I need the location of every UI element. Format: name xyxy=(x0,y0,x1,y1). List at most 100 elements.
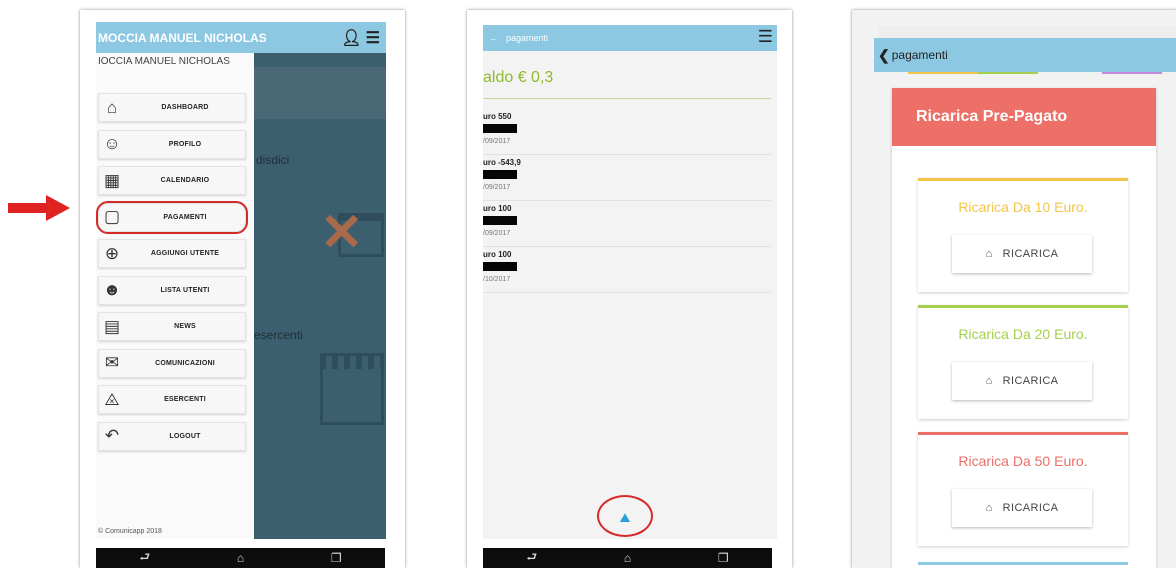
android-nav-bar: ⮐ ⌂ ❐ xyxy=(96,548,385,568)
cart-icon: ⨻ xyxy=(104,389,120,409)
menu-screen: MOCCIA MANUEL NICHOLAS 👤︎ ☰ disdici ✕ es… xyxy=(96,22,386,539)
hamburger-icon[interactable]: ☰ xyxy=(758,27,773,47)
payment-date: /09/2017 xyxy=(483,184,511,191)
add-user-icon: ⊕ xyxy=(104,243,120,263)
wallet-icon: ▢ xyxy=(103,207,121,226)
payment-amount: uro 100 xyxy=(483,204,512,213)
menu-item-comunicazioni[interactable]: ✉ COMUNICAZIONI xyxy=(98,348,246,378)
accent-line-yellow xyxy=(908,72,978,74)
newspaper-icon: ▤ xyxy=(103,316,121,336)
divider xyxy=(483,98,771,99)
navigation-drawer: IOCCIA MANUEL NICHOLAS ⌂ DASHBOARD ☺ PROFIL… xyxy=(96,53,254,539)
card-header: Ricarica Pre-Pagato xyxy=(892,88,1156,146)
basket-icon: ⌂ xyxy=(985,502,993,514)
recharge-option-card: Ricarica Da 50 Euro. ⌂ RICARICA xyxy=(918,432,1128,546)
annotation-arrow-right xyxy=(8,195,70,221)
payment-row[interactable]: uro -543,9/09/2017 xyxy=(483,156,771,201)
cancel-x-icon: ✕ xyxy=(320,204,364,262)
copyright-footer: © Comunicapp 2018 xyxy=(98,528,162,535)
user-icon[interactable]: 👤︎ xyxy=(341,28,361,48)
menu-item-esercenti[interactable]: ⨻ ESERCENTI xyxy=(98,385,246,414)
menu-item-calendario[interactable]: ▦ CALENDARIO xyxy=(98,166,246,195)
menu-item-label: AGGIUNGI UTENTE xyxy=(150,250,220,257)
user-icon: ☺ xyxy=(103,134,121,153)
option-card-partial xyxy=(918,562,1128,568)
phone-frame-menu: MOCCIA MANUEL NICHOLAS 👤︎ ☰ disdici ✕ es… xyxy=(80,10,405,568)
option-title: Ricarica Da 50 Euro. xyxy=(958,453,1088,469)
recharge-screen: ❮ pagamenti Ricarica Pre-Pagato Ricarica… xyxy=(852,10,1176,568)
accent-line-green xyxy=(978,72,1038,74)
menu-item-label: NEWS xyxy=(174,323,196,330)
annotation-circle xyxy=(597,495,653,537)
logout-icon: ↶ xyxy=(104,426,120,445)
back-arrow-icon[interactable]: ← xyxy=(489,33,498,43)
background-text-disdici: disdici xyxy=(256,153,290,167)
phone-frame-payments: ← pagamenti ☰ aldo € 0,3 uro 550/09/2017… xyxy=(467,10,792,568)
recharge-button[interactable]: ⌂ RICARICA xyxy=(952,362,1092,400)
status-bar xyxy=(878,26,1176,38)
payment-row[interactable]: uro 100/10/2017 xyxy=(483,248,771,293)
recharge-option-card: Ricarica Da 10 Euro. ⌂ RICARICA xyxy=(918,178,1128,292)
recharge-button-label: RICARICA xyxy=(1002,375,1059,387)
payment-date: /09/2017 xyxy=(483,230,511,237)
menu-item-label: DASHBOARD xyxy=(161,104,209,111)
redacted-block xyxy=(483,216,517,225)
balance-label: aldo € 0,3 xyxy=(483,69,554,86)
drawer-user-name: IOCCIA MANUEL NICHOLAS xyxy=(98,56,230,67)
payment-row[interactable]: uro 550/09/2017 xyxy=(483,110,771,155)
recents-nav-icon[interactable]: ❐ xyxy=(331,551,342,565)
menu-item-label: LOGOUT xyxy=(169,432,201,440)
menu-item-news[interactable]: ▤ NEWS xyxy=(98,312,246,341)
menu-item-label: PROFILO xyxy=(168,140,202,148)
payment-date: /10/2017 xyxy=(483,276,511,283)
menu-item-label: COMUNICAZIONI xyxy=(155,359,215,367)
home-nav-icon[interactable]: ⌂ xyxy=(237,551,244,565)
app-bar: ← pagamenti ☰ xyxy=(483,25,777,51)
menu-item-label: CALENDARIO xyxy=(160,177,210,184)
redacted-block xyxy=(483,262,517,271)
recharge-button-label: RICARICA xyxy=(1002,502,1059,514)
menu-item-label: LISTA UTENTI xyxy=(160,286,210,294)
back-nav-icon[interactable]: ⮐ xyxy=(526,548,537,568)
back-nav-icon[interactable]: ⮐ xyxy=(139,548,150,568)
chevron-left-icon[interactable]: ❮ xyxy=(878,47,890,64)
menu-item-logout[interactable]: ↶ LOGOUT xyxy=(98,421,246,451)
recharge-button[interactable]: ⌂ RICARICA xyxy=(952,489,1092,527)
option-title: Ricarica Da 20 Euro. xyxy=(958,326,1088,342)
background-text-esercenti: esercenti xyxy=(254,328,303,342)
payment-amount: uro 100 xyxy=(483,250,512,259)
calendar-icon: ▦ xyxy=(103,170,121,190)
menu-item-dashboard[interactable]: ⌂ DASHBOARD xyxy=(98,93,246,122)
android-nav-bar: ⮐ ⌂ ❐ xyxy=(483,548,772,568)
payment-amount: uro 550 xyxy=(483,112,512,121)
menu-item-profilo[interactable]: ☺ PROFILO xyxy=(98,129,246,159)
redacted-block xyxy=(483,124,517,133)
recents-nav-icon[interactable]: ❐ xyxy=(718,551,729,565)
accent-line-purple xyxy=(1102,72,1162,74)
mail-icon: ✉ xyxy=(104,353,120,372)
menu-item-label: PAGAMENTI xyxy=(163,213,207,221)
home-nav-icon[interactable]: ⌂ xyxy=(624,551,631,565)
overlay-banner xyxy=(254,67,386,119)
payment-row[interactable]: uro 100/09/2017 xyxy=(483,202,771,247)
page-title: pagamenti xyxy=(506,33,549,43)
recharge-button[interactable]: ⌂ RICARICA xyxy=(952,235,1092,273)
payments-screen: ← pagamenti ☰ aldo € 0,3 uro 550/09/2017… xyxy=(483,25,777,539)
option-title: Ricarica Da 10 Euro. xyxy=(958,199,1088,215)
phone-frame-recharge: ❮ pagamenti Ricarica Pre-Pagato Ricarica… xyxy=(852,10,1176,568)
shop-icon xyxy=(320,353,384,425)
menu-item-lista-utenti[interactable]: ☻ LISTA UTENTI xyxy=(98,275,246,305)
basket-icon: ⌂ xyxy=(985,248,993,260)
basket-icon: ⌂ xyxy=(985,375,993,387)
recharge-button-label: RICARICA xyxy=(1002,248,1059,260)
page-title: pagamenti xyxy=(891,48,948,62)
hamburger-icon[interactable]: ☰ xyxy=(366,28,380,48)
menu-item-pagamenti[interactable]: ▢ PAGAMENTI xyxy=(96,200,248,234)
user-name: MOCCIA MANUEL NICHOLAS xyxy=(98,30,267,45)
app-bar: ❮ pagamenti xyxy=(874,38,1176,72)
content-overlay[interactable]: disdici ✕ esercenti xyxy=(254,53,386,539)
app-bar: MOCCIA MANUEL NICHOLAS 👤︎ ☰ xyxy=(96,22,386,53)
menu-item-aggiungi-utente[interactable]: ⊕ AGGIUNGI UTENTE xyxy=(98,239,246,268)
redacted-block xyxy=(483,170,517,179)
menu-item-label: ESERCENTI xyxy=(164,396,206,403)
